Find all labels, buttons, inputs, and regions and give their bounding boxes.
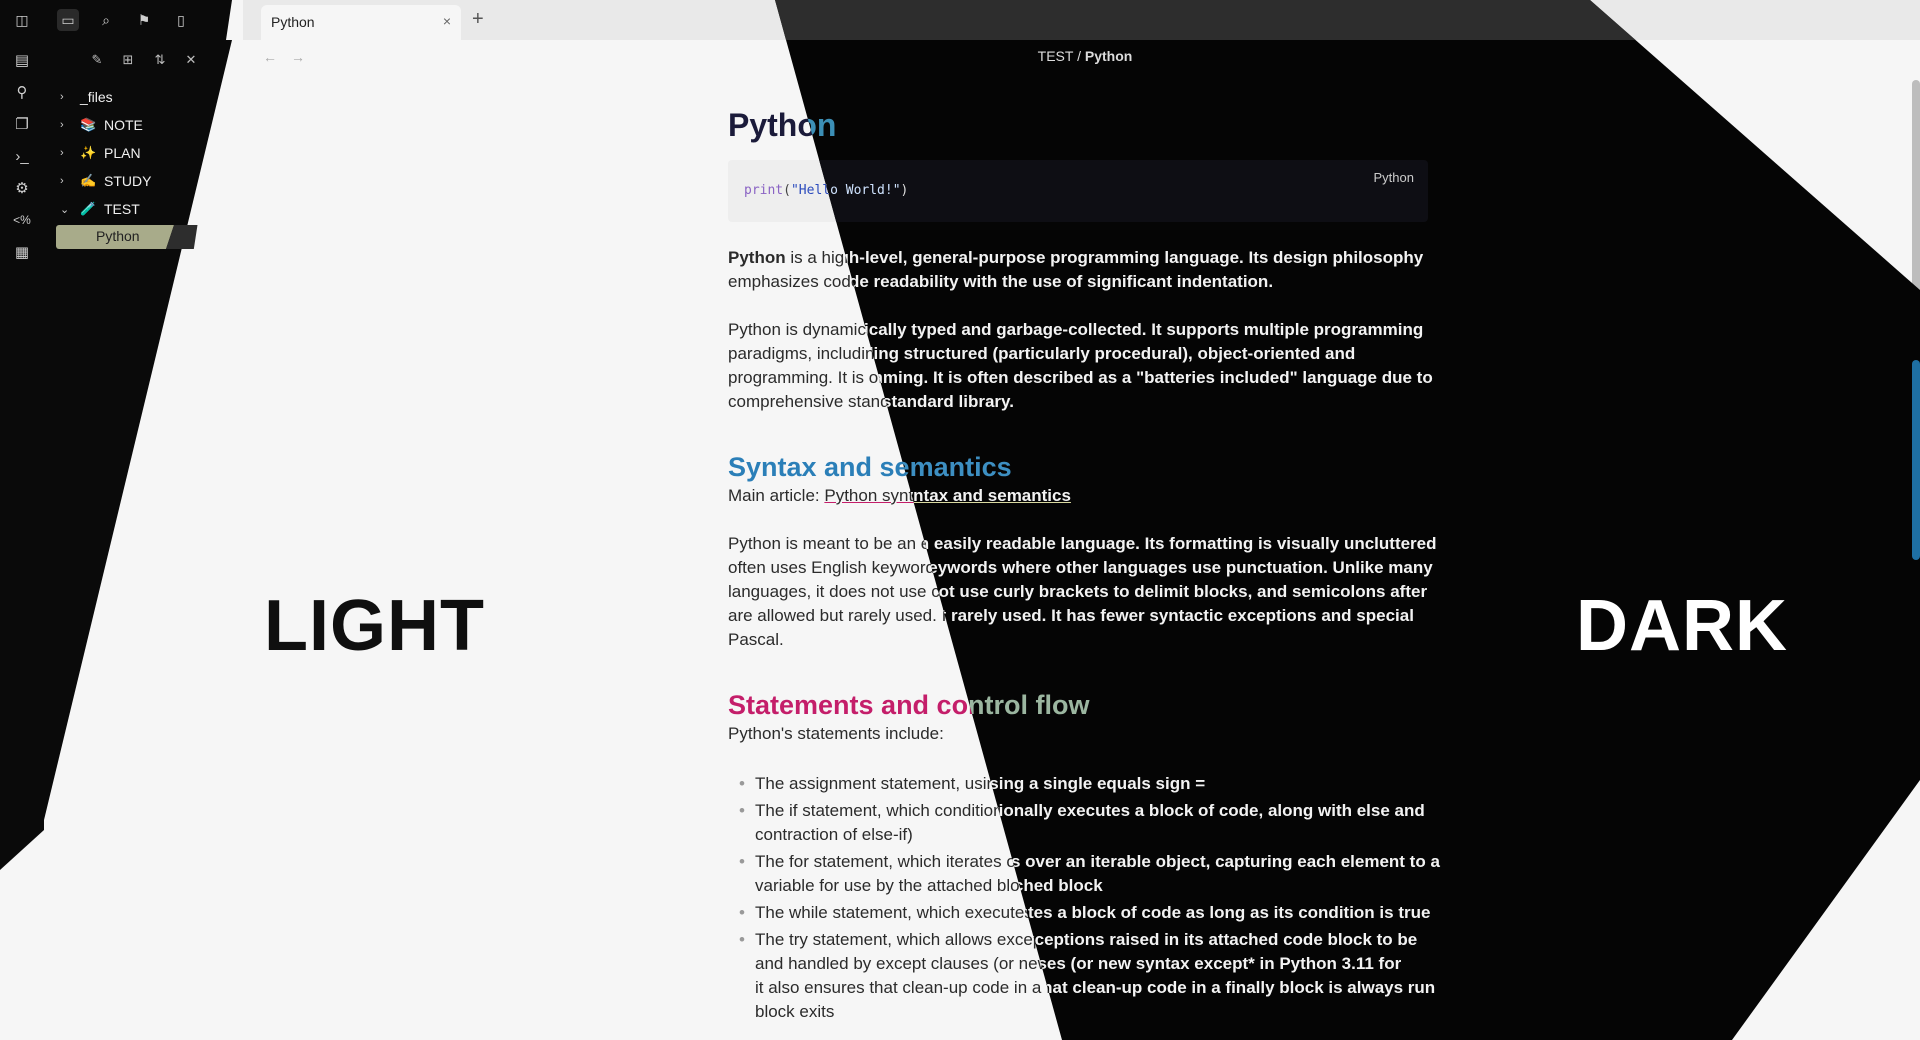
writing-hand-icon: ✍️ <box>80 173 97 188</box>
folder-label: TEST <box>104 201 140 217</box>
light-label: LIGHT <box>264 586 485 666</box>
forward-arrow-icon[interactable]: → <box>291 49 305 65</box>
chevron-right-icon: › <box>60 119 64 131</box>
tree-folder-test[interactable]: ⌄ 🧪 TEST <box>60 198 140 220</box>
dark-label: DARK <box>1576 586 1788 666</box>
main-article-prefix: Main article: <box>728 486 825 505</box>
tab-title: Python <box>271 14 315 30</box>
file-label: Python <box>96 228 140 244</box>
code-function: print <box>744 183 784 198</box>
close-tab-icon[interactable]: × <box>443 13 451 29</box>
folder-label: NOTE <box>104 117 143 133</box>
chevron-down-icon: ⌄ <box>60 203 70 216</box>
code-language-label: Python <box>1373 170 1414 185</box>
tree-file-python-selected[interactable]: Python <box>56 225 174 249</box>
folder-label: _files <box>80 89 113 105</box>
chevron-right-icon: › <box>60 147 64 159</box>
books-icon: 📚 <box>80 117 97 132</box>
breadcrumb-dark: TEST / Python <box>1000 48 1170 64</box>
test-tube-icon: 🧪 <box>80 201 97 216</box>
tree-folder-plan[interactable]: › ✨ PLAN <box>60 142 141 164</box>
file-tree: › _files › 📚 NOTE › ✨ PLAN › ✍️ STUDY ⌄ 🧪 TEST Py… <box>0 0 232 300</box>
tree-folder-note[interactable]: › 📚 NOTE <box>60 114 143 136</box>
tree-folder-study[interactable]: › ✍️ STUDY <box>60 170 151 192</box>
code-paren-open: ( <box>783 183 791 198</box>
scrollbar-dark[interactable] <box>1912 360 1920 560</box>
folder-label: STUDY <box>104 173 152 189</box>
breadcrumb-file[interactable]: Python <box>1085 48 1132 64</box>
breadcrumb-folder[interactable]: TEST <box>1038 48 1074 64</box>
intro-bold: Python <box>728 248 786 267</box>
tab-python[interactable]: Python × <box>261 5 461 40</box>
chevron-right-icon: › <box>60 175 64 187</box>
tree-folder-files[interactable]: › _files <box>60 86 113 108</box>
sparkles-icon: ✨ <box>80 145 97 160</box>
code-paren-close: ) <box>900 183 909 198</box>
chevron-right-icon: › <box>60 91 64 103</box>
breadcrumb-separator: / <box>1077 48 1081 64</box>
back-arrow-icon[interactable]: ← <box>263 49 277 65</box>
new-tab-button[interactable]: + <box>472 8 484 31</box>
folder-label: PLAN <box>104 145 141 161</box>
